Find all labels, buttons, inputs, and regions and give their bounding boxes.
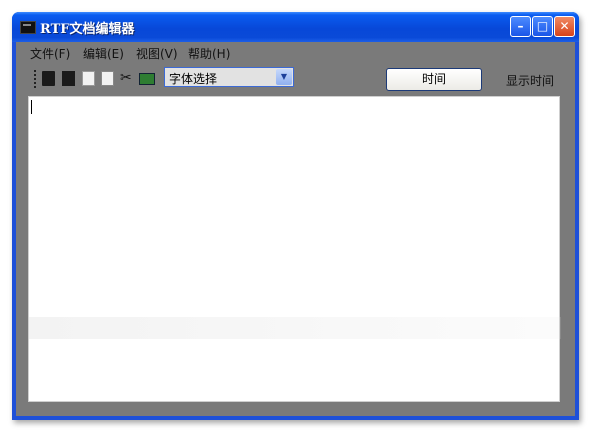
menu-help[interactable]: 帮助(H): [188, 45, 230, 62]
app-window-icon: [20, 21, 36, 34]
menu-view[interactable]: 视图(V): [136, 45, 178, 62]
menu-file[interactable]: 文件(F): [30, 45, 70, 62]
font-select[interactable]: 字体选择 ▼: [164, 67, 294, 87]
rich-text-editor[interactable]: [28, 96, 561, 402]
toolbar-grip[interactable]: [34, 70, 36, 88]
new-document-icon[interactable]: [42, 71, 55, 86]
window-title: RTF文档编辑器: [40, 22, 135, 37]
app-window: RTF文档编辑器 – □ ✕ 文件(F) 编辑(E) 视图(V) 帮助(H) ✂…: [12, 12, 579, 420]
maximize-button[interactable]: □: [532, 16, 553, 37]
text-caret: [31, 100, 32, 114]
menu-bar: 文件(F) 编辑(E) 视图(V) 帮助(H): [16, 42, 575, 63]
chevron-down-icon[interactable]: ▼: [276, 69, 292, 85]
cut-icon[interactable]: ✂: [120, 71, 133, 86]
font-select-value: 字体选择: [169, 72, 218, 86]
time-button[interactable]: 时间: [386, 68, 482, 91]
time-display-label: 显示时间: [506, 74, 555, 88]
menu-edit[interactable]: 编辑(E): [83, 45, 124, 62]
editor-ghost-band: [29, 317, 561, 339]
open-document-icon[interactable]: [62, 71, 75, 86]
paste-icon[interactable]: [139, 73, 155, 85]
minimize-button[interactable]: –: [510, 16, 531, 37]
copy-icon[interactable]: [101, 71, 114, 86]
toolbar: ✂ 字体选择 ▼ 时间 显示时间: [16, 63, 575, 95]
title-bar[interactable]: RTF文档编辑器 – □ ✕: [12, 12, 579, 42]
close-button[interactable]: ✕: [554, 16, 575, 37]
save-icon[interactable]: [82, 71, 95, 86]
